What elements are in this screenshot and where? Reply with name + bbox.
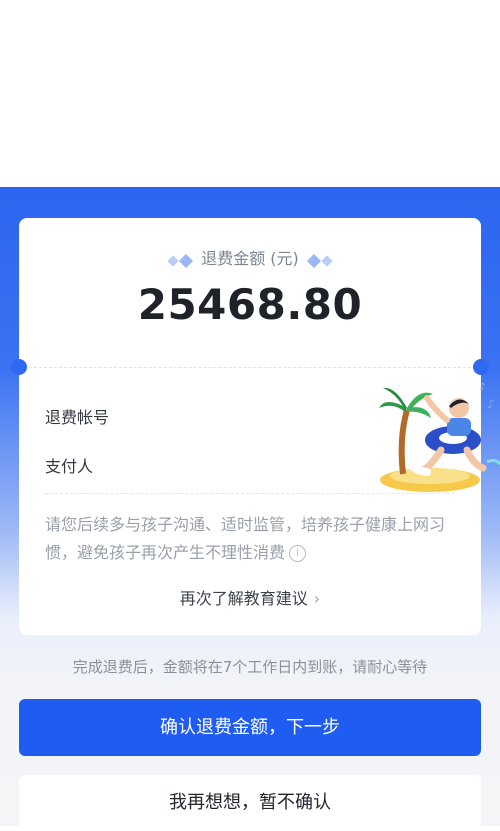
amount-label-row: 退费金额 (元)	[19, 245, 481, 269]
info-icon[interactable]: i	[289, 545, 307, 562]
ticket-notch-left	[11, 359, 27, 375]
ticket-divider	[29, 367, 471, 368]
learn-education-advice-label: 再次了解教育建议	[179, 589, 308, 608]
beach-boy-illustration: ♪ ♪	[379, 382, 500, 492]
right-diamond-icon	[306, 250, 333, 269]
reconsider-button[interactable]: 我再想想，暂不确认	[19, 775, 481, 831]
refund-amount-label: 退费金额 (元)	[201, 249, 299, 268]
education-tip-text: 请您后续多与孩子沟通、适时监管，培养孩子健康上网习惯，避免孩子再次产生不理性消费	[45, 515, 446, 562]
confirm-refund-button[interactable]: 确认退费金额，下一步	[19, 699, 481, 756]
svg-text:♪: ♪	[479, 382, 485, 393]
education-tip: 请您后续多与孩子沟通、适时监管，培养孩子健康上网习惯，避免孩子再次产生不理性消费…	[45, 511, 459, 567]
chevron-right-icon: ›	[313, 589, 321, 608]
refund-account-label: 退费帐号	[45, 408, 110, 427]
refund-amount-value: 25468.80	[137, 280, 363, 329]
svg-text:♪: ♪	[487, 397, 495, 411]
ticket-notch-right	[473, 359, 489, 375]
refund-arrival-notice: 完成退费后，金额将在7个工作日内到账，请耐心等待	[72, 658, 428, 676]
top-blank-area	[0, 0, 500, 187]
learn-education-advice-link[interactable]: 再次了解教育建议 ›	[19, 585, 481, 609]
left-diamond-icon	[167, 250, 194, 269]
payer-label: 支付人	[45, 457, 94, 476]
